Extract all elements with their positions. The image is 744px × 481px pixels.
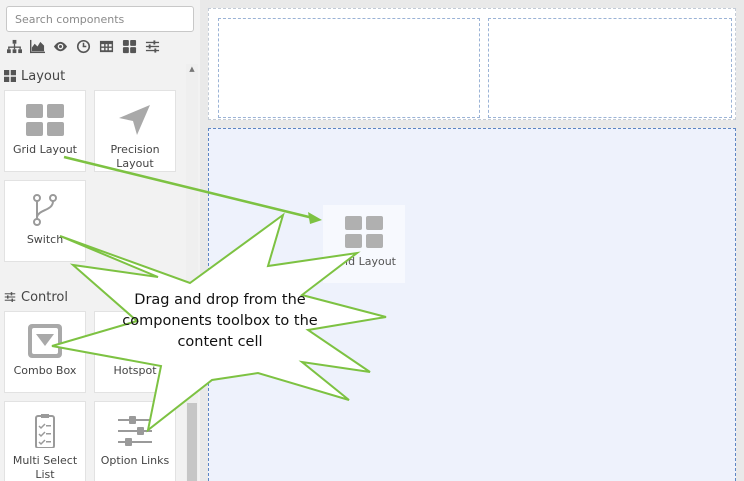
tile-label: Option Links xyxy=(100,454,170,467)
tile-label: Grid Layout xyxy=(13,143,77,156)
cursor-arrow-icon xyxy=(115,103,155,137)
drag-ghost-label: Grid Layout xyxy=(332,255,396,268)
clock-icon[interactable] xyxy=(75,38,92,55)
section-layout[interactable]: Layout xyxy=(0,65,184,87)
scroll-up-icon[interactable]: ▲ xyxy=(186,64,198,74)
grid-cell[interactable] xyxy=(488,18,732,118)
table-icon[interactable] xyxy=(98,38,115,55)
checklist-icon xyxy=(25,414,65,448)
area-chart-icon[interactable] xyxy=(29,38,46,55)
sliders-icon[interactable] xyxy=(144,38,161,55)
grid-layout-icon xyxy=(344,215,384,249)
tile-precision-layout[interactable]: Precision Layout xyxy=(95,91,175,171)
grid-cell[interactable] xyxy=(218,18,480,118)
tile-label: Precision Layout xyxy=(110,143,160,170)
tile-combo-box[interactable]: Combo Box xyxy=(5,312,85,392)
toolbox-scrollbar[interactable]: ▲ xyxy=(186,64,198,481)
grid-icon xyxy=(4,70,16,82)
branch-icon xyxy=(25,193,65,227)
combo-box-icon xyxy=(25,324,65,358)
callout-text: Drag and drop from the components toolbo… xyxy=(122,292,318,350)
components-list: Layout Grid Layout Precision Layout Swit… xyxy=(0,64,184,481)
search-box[interactable] xyxy=(6,6,194,32)
sliders-icon xyxy=(4,292,16,302)
tile-switch[interactable]: Switch xyxy=(5,181,85,261)
grid-icon[interactable] xyxy=(121,38,138,55)
eye-icon[interactable] xyxy=(52,38,69,55)
drag-ghost-grid-layout: Grid Layout xyxy=(323,205,405,283)
hierarchy-icon[interactable] xyxy=(6,38,23,55)
tile-multi-select-list[interactable]: Multi Select List xyxy=(5,402,85,481)
tile-grid-layout[interactable]: Grid Layout xyxy=(5,91,85,171)
option-links-icon xyxy=(115,414,155,448)
tile-label: Switch xyxy=(26,233,64,246)
tile-label: Multi Select List xyxy=(12,454,78,481)
category-filters xyxy=(6,36,161,56)
search-input[interactable] xyxy=(7,7,193,31)
section-title: Layout xyxy=(21,68,66,84)
tile-label: Hotspot xyxy=(113,364,157,377)
tile-label: Combo Box xyxy=(13,364,77,377)
grid-layout-icon xyxy=(25,103,65,137)
scroll-thumb[interactable] xyxy=(187,403,197,481)
components-toolbox: Layout Grid Layout Precision Layout Swit… xyxy=(0,0,200,481)
tile-option-links[interactable]: Option Links xyxy=(95,402,175,481)
section-title: Control xyxy=(21,289,68,305)
